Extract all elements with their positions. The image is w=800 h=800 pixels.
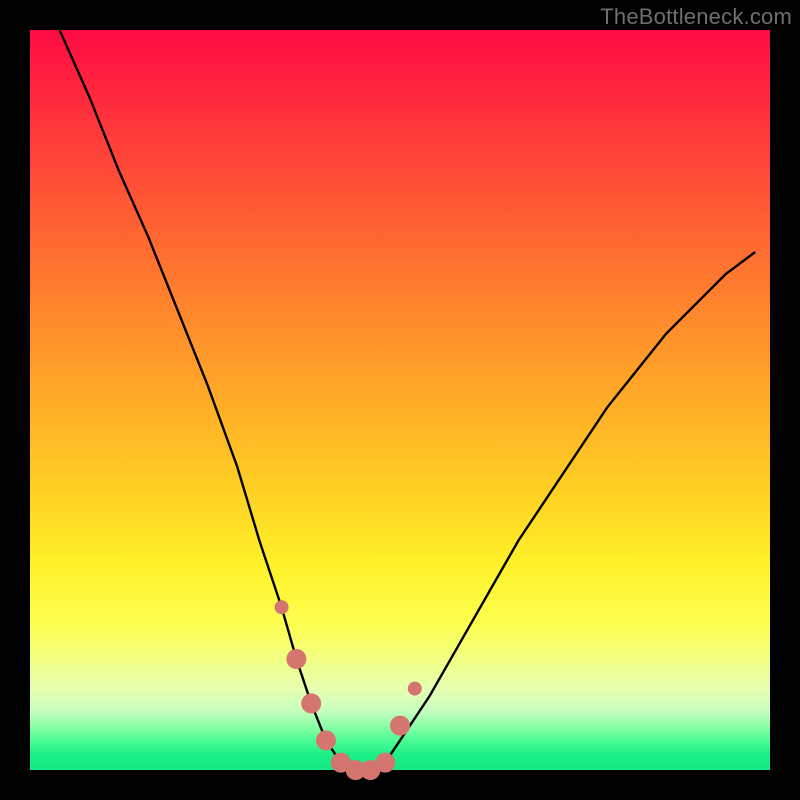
highlight-dot xyxy=(375,753,395,773)
highlight-dot xyxy=(408,682,422,696)
highlight-dot xyxy=(390,716,410,736)
curve-svg xyxy=(30,30,770,770)
chart-frame: TheBottleneck.com xyxy=(0,0,800,800)
plot-area xyxy=(30,30,770,770)
watermark-text: TheBottleneck.com xyxy=(600,4,792,30)
bottleneck-curve xyxy=(60,30,756,770)
highlight-dot xyxy=(316,730,336,750)
highlight-dot xyxy=(286,649,306,669)
highlight-dot xyxy=(275,600,289,614)
highlight-dots-group xyxy=(275,600,422,780)
highlight-dot xyxy=(301,693,321,713)
